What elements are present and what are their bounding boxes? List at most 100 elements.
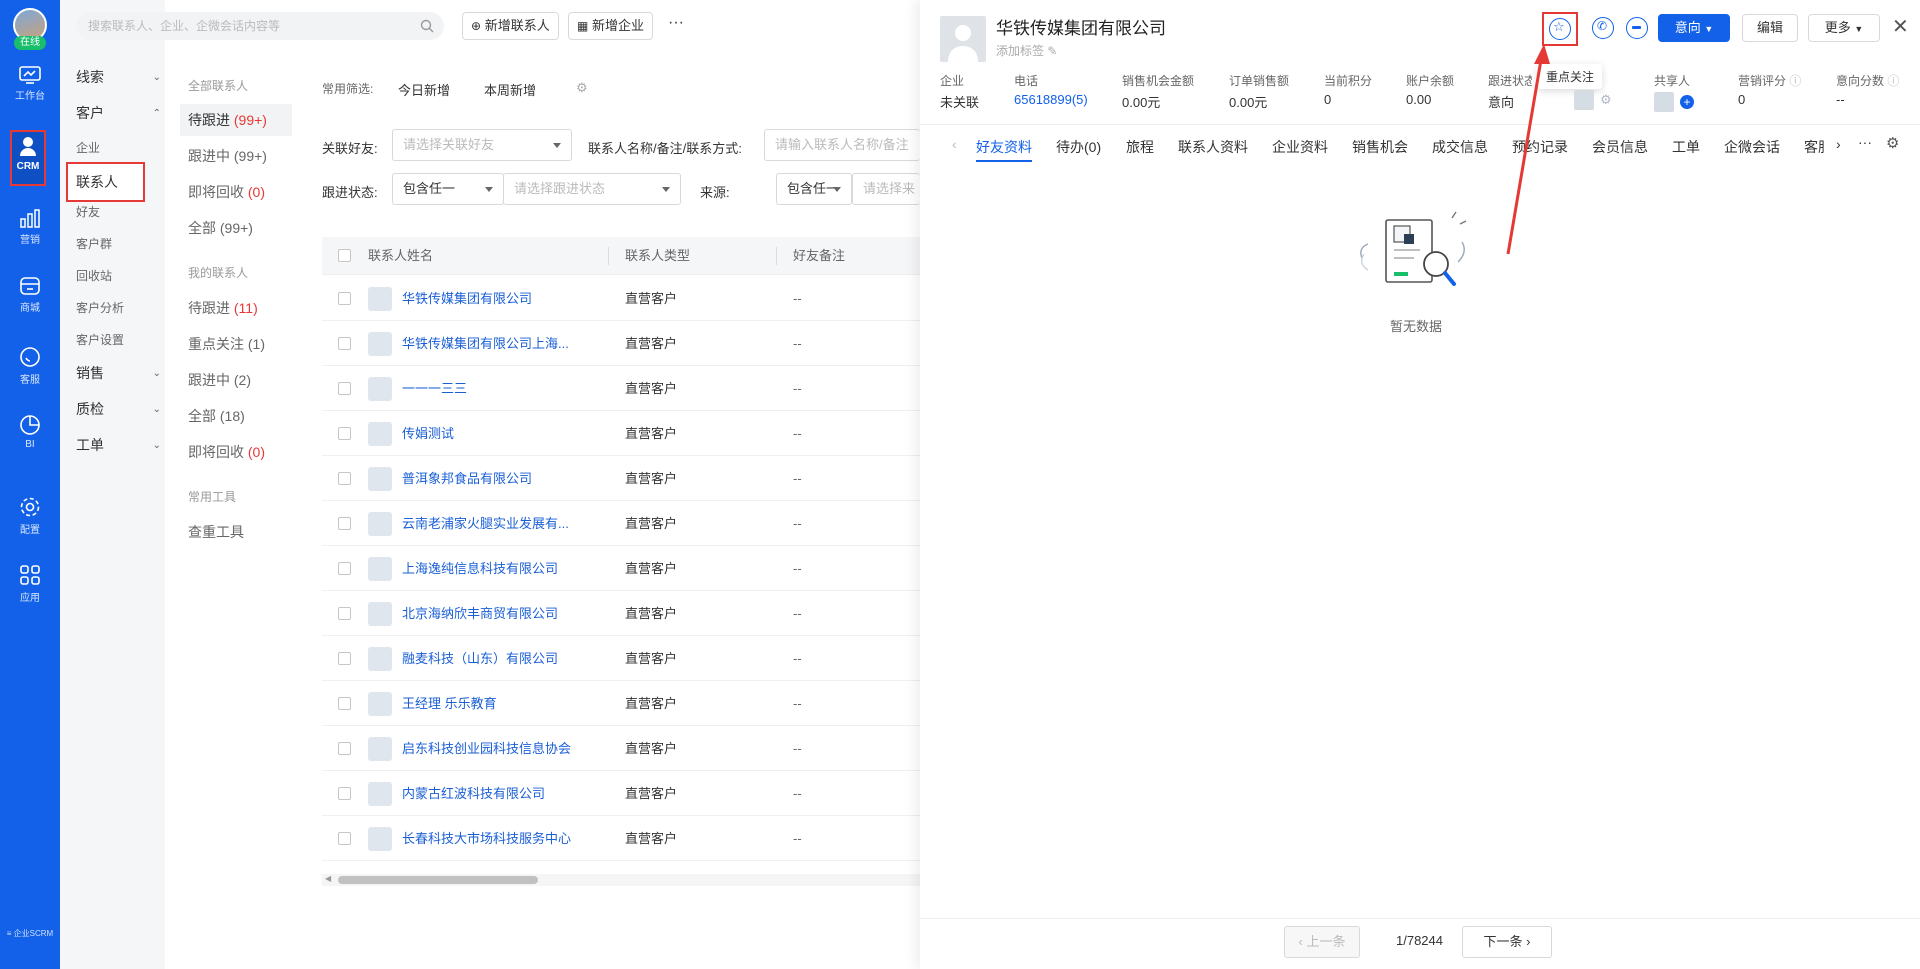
menu-group-qc[interactable]: 质检 ⌄: [76, 396, 161, 422]
gear-icon[interactable]: ⚙: [576, 80, 588, 96]
row-checkbox[interactable]: [338, 427, 351, 440]
view-my-recycling[interactable]: 即将回收 (0): [180, 436, 292, 468]
row-checkbox[interactable]: [338, 382, 351, 395]
tab-deal-info[interactable]: 成交信息: [1432, 137, 1488, 157]
more-tabs-icon[interactable]: ···: [1858, 134, 1872, 150]
tab-company-info[interactable]: 企业资料: [1272, 137, 1328, 157]
menu-item-friends[interactable]: 好友: [76, 203, 100, 220]
table-row[interactable]: 一一一三三 直营客户 --: [322, 366, 920, 411]
menu-group-ticket[interactable]: 工单 ⌄: [76, 432, 161, 458]
close-icon[interactable]: ✕: [1892, 14, 1909, 39]
contact-name-link[interactable]: 云南老浦家火腿实业发展有...: [402, 501, 582, 546]
more-button[interactable]: 更多 ▼: [1808, 14, 1880, 42]
tab-member-info[interactable]: 会员信息: [1592, 137, 1648, 157]
tab-ticket[interactable]: 工单: [1672, 137, 1700, 157]
field-phone-value[interactable]: 65618899(5): [1014, 92, 1088, 107]
contact-name-link[interactable]: 北京海纳欣丰商贸有限公司: [402, 591, 582, 636]
rail-item-apps[interactable]: 应用: [0, 558, 60, 610]
tab-todo[interactable]: 待办(0): [1056, 137, 1101, 157]
menu-item-company[interactable]: 企业: [76, 139, 100, 156]
tabs-scroll-right-icon[interactable]: ›: [1836, 136, 1841, 152]
contact-name-link[interactable]: 上海逸纯信息科技有限公司: [402, 546, 582, 591]
table-row[interactable]: 长春科技大市场科技服务中心 直营客户 --: [322, 816, 920, 861]
next-record-button[interactable]: 下一条 ›: [1462, 926, 1552, 958]
view-all-following[interactable]: 跟进中 (99+): [180, 140, 292, 172]
contact-name-link[interactable]: 启东科技创业园科技信息协会: [402, 726, 582, 771]
contact-name-link[interactable]: 长春科技大市场科技服务中心: [402, 816, 582, 861]
select-all-checkbox[interactable]: [338, 249, 351, 262]
menu-item-customer-settings[interactable]: 客户设置: [76, 331, 124, 348]
row-checkbox[interactable]: [338, 697, 351, 710]
dedupe-tool-link[interactable]: 查重工具: [180, 516, 292, 548]
prev-record-button[interactable]: ‹ 上一条: [1284, 926, 1360, 958]
contact-name-link[interactable]: 传娟测试: [402, 411, 582, 456]
table-row[interactable]: 普洱象邦食品有限公司 直营客户 --: [322, 456, 920, 501]
table-row[interactable]: 王经理 乐乐教育 直营客户 --: [322, 681, 920, 726]
row-checkbox[interactable]: [338, 292, 351, 305]
message-button[interactable]: [1626, 17, 1648, 39]
row-checkbox[interactable]: [338, 742, 351, 755]
add-contact-button[interactable]: ⊕ 新增联系人: [462, 12, 559, 40]
row-checkbox[interactable]: [338, 832, 351, 845]
row-checkbox[interactable]: [338, 517, 351, 530]
view-all-recycling[interactable]: 即将回收 (0): [180, 176, 292, 208]
more-actions-button[interactable]: ···: [668, 14, 684, 32]
table-row[interactable]: 华铁传媒集团有限公司上海... 直营客户 --: [322, 321, 920, 366]
quick-filter-week[interactable]: 本周新增: [484, 80, 536, 99]
rail-item-workbench[interactable]: 工作台: [0, 60, 60, 112]
table-row[interactable]: 内蒙古红波科技有限公司 直营客户 --: [322, 771, 920, 816]
rail-item-service[interactable]: 客服: [0, 340, 60, 392]
column-header-type[interactable]: 联系人类型: [625, 237, 690, 275]
rail-item-config[interactable]: 配置: [0, 490, 60, 542]
status-filter-select[interactable]: 请选择跟进状态: [503, 173, 681, 205]
menu-item-customer-analysis[interactable]: 客户分析: [76, 299, 124, 316]
menu-group-leads[interactable]: 线索 ⌄: [76, 64, 161, 90]
add-company-button[interactable]: ▦ 新增企业: [568, 12, 653, 40]
contact-name-link[interactable]: 一一一三三: [402, 366, 582, 411]
status-mode-select[interactable]: 包含任一: [392, 173, 504, 205]
menu-group-sales[interactable]: 销售 ⌄: [76, 360, 161, 386]
friend-filter-select[interactable]: 请选择关联好友: [392, 129, 572, 161]
view-all-all[interactable]: 全部 (99+): [180, 212, 292, 244]
table-row[interactable]: 上海逸纯信息科技有限公司 直营客户 --: [322, 546, 920, 591]
rail-item-store[interactable]: 商城: [0, 270, 60, 322]
contact-name-link[interactable]: 融麦科技（山东）有限公司: [402, 636, 582, 681]
rail-item-bi[interactable]: BI: [0, 408, 60, 460]
table-row[interactable]: 华铁传媒集团有限公司 直营客户 --: [322, 276, 920, 321]
menu-item-recycle-bin[interactable]: 回收站: [76, 267, 112, 284]
view-my-all[interactable]: 全部 (18): [180, 400, 292, 432]
menu-item-contacts[interactable]: 联系人: [66, 162, 145, 202]
menu-group-customer[interactable]: 客户 ⌃: [76, 100, 161, 126]
edit-button[interactable]: 编辑: [1742, 14, 1798, 42]
table-row[interactable]: 传娟测试 直营客户 --: [322, 411, 920, 456]
table-row[interactable]: 北京海纳欣丰商贸有限公司 直营客户 --: [322, 591, 920, 636]
tabs-scroll-left-icon[interactable]: ‹: [952, 136, 957, 152]
add-sharer-icon[interactable]: +: [1680, 95, 1694, 109]
table-row[interactable]: 云南老浦家火腿实业发展有... 直营客户 --: [322, 501, 920, 546]
rail-item-marketing[interactable]: 营销: [0, 202, 60, 254]
row-checkbox[interactable]: [338, 562, 351, 575]
global-search-input[interactable]: 搜索联系人、企业、企微会话内容等: [76, 12, 444, 40]
column-header-note[interactable]: 好友备注: [793, 237, 845, 275]
scroll-left-icon[interactable]: ◀: [325, 874, 331, 883]
contact-name-link[interactable]: 内蒙古红波科技有限公司: [402, 771, 582, 816]
view-my-focus[interactable]: 重点关注 (1): [180, 328, 292, 360]
row-checkbox[interactable]: [338, 787, 351, 800]
column-header-name[interactable]: 联系人姓名: [368, 237, 433, 275]
row-checkbox[interactable]: [338, 472, 351, 485]
gear-icon[interactable]: ⚙: [1600, 92, 1612, 108]
tab-journey[interactable]: 旅程: [1126, 137, 1154, 157]
row-checkbox[interactable]: [338, 607, 351, 620]
tab-settings-icon[interactable]: ⚙: [1886, 134, 1899, 152]
add-tag-link[interactable]: 添加标签 ✎: [996, 42, 1057, 59]
source-mode-select[interactable]: 包含任一: [776, 173, 852, 205]
tab-friend-profile[interactable]: 好友资料: [976, 137, 1032, 157]
phone-button[interactable]: ✆: [1592, 17, 1614, 39]
table-row[interactable]: 启东科技创业园科技信息协会 直营客户 --: [322, 726, 920, 771]
quick-filter-today[interactable]: 今日新增: [398, 80, 450, 99]
rail-item-crm[interactable]: CRM: [10, 130, 46, 186]
source-filter-select[interactable]: 请选择来: [852, 173, 920, 205]
table-row[interactable]: 融麦科技（山东）有限公司 直营客户 --: [322, 636, 920, 681]
view-my-following[interactable]: 跟进中 (2): [180, 364, 292, 396]
row-checkbox[interactable]: [338, 337, 351, 350]
